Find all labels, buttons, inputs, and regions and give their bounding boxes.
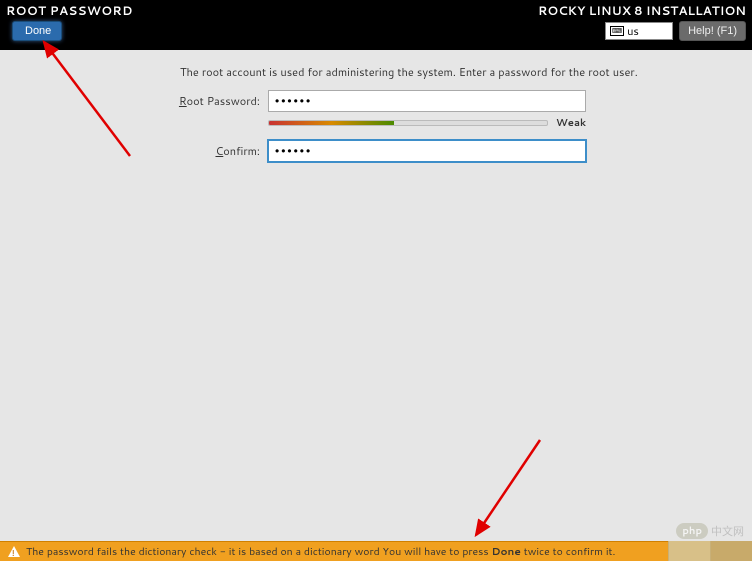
strength-label: Weak xyxy=(556,116,586,130)
root-password-label: Root Password: xyxy=(130,93,268,109)
root-password-input[interactable] xyxy=(268,90,586,112)
confirm-label: Confirm: xyxy=(130,143,268,159)
intro-text: The root account is used for administeri… xyxy=(180,64,732,80)
root-password-row: Root Password: xyxy=(130,90,732,112)
warning-icon xyxy=(8,546,20,557)
strength-bar xyxy=(268,120,548,126)
confirm-password-input[interactable] xyxy=(268,140,586,162)
header-left: ROOT PASSWORD Done xyxy=(6,2,133,41)
annotation-arrow-bottom xyxy=(470,435,550,545)
page-title: ROOT PASSWORD xyxy=(6,2,133,19)
keyboard-layout-label: us xyxy=(627,23,639,39)
strength-fill xyxy=(269,121,394,125)
watermark-text: 中文网 xyxy=(711,523,744,539)
watermark: php 中文网 xyxy=(676,523,744,539)
warning-text: The password fails the dictionary check … xyxy=(26,545,615,559)
header-right: ROCKY LINUX 8 INSTALLATION ⌨ us Help! (F… xyxy=(538,2,746,41)
strength-row: Weak xyxy=(268,116,732,130)
watermark-logo: php xyxy=(676,523,708,539)
header-bar: ROOT PASSWORD Done ROCKY LINUX 8 INSTALL… xyxy=(0,0,752,50)
help-button[interactable]: Help! (F1) xyxy=(679,21,746,41)
confirm-row: Confirm: xyxy=(130,140,732,162)
watermark-buttons xyxy=(668,541,752,561)
watermark-button-1 xyxy=(668,541,710,561)
keyboard-icon: ⌨ xyxy=(610,26,624,36)
install-title: ROCKY LINUX 8 INSTALLATION xyxy=(538,2,746,19)
keyboard-layout-selector[interactable]: ⌨ us xyxy=(605,22,673,40)
watermark-button-2 xyxy=(710,541,752,561)
done-button[interactable]: Done xyxy=(12,21,62,41)
header-controls: ⌨ us Help! (F1) xyxy=(605,21,746,41)
content-area: The root account is used for administeri… xyxy=(0,50,752,162)
warning-bar: The password fails the dictionary check … xyxy=(0,541,752,561)
